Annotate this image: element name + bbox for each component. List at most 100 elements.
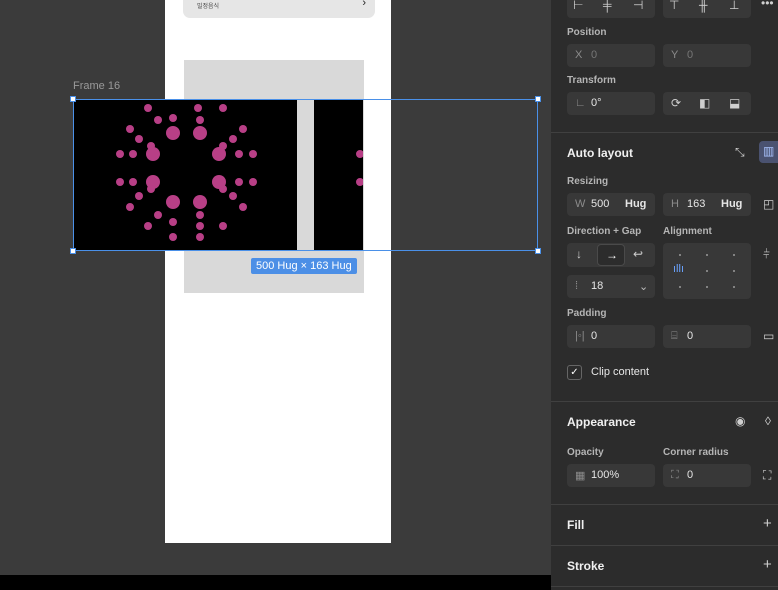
design-canvas[interactable]: 밀정음식 › Frame 16 500 Hug × 163 Hug	[0, 0, 551, 575]
direction-title: Direction + Gap	[567, 226, 642, 237]
divider	[551, 401, 778, 402]
appearance-title: Appearance	[567, 415, 636, 429]
alignment-dot	[733, 270, 735, 272]
alignment-dot	[679, 286, 681, 288]
height-mode[interactable]: Hug	[721, 198, 742, 210]
gap-icon: ⁞	[575, 280, 579, 292]
flip-vertical-icon[interactable]: ⬓	[729, 96, 740, 110]
size-badge: 500 Hug × 163 Hug	[251, 258, 357, 274]
gap-value: 18	[591, 280, 604, 292]
corner-radius-icon: ⛶	[671, 469, 679, 481]
align-top-icon[interactable]: ⊤	[669, 0, 679, 12]
resize-handle-top-right[interactable]	[535, 96, 541, 102]
divider	[551, 132, 778, 133]
independent-corners-icon[interactable]: ⛶	[763, 468, 771, 483]
chevron-right-icon: ›	[362, 0, 366, 9]
resize-handle-bottom-left[interactable]	[70, 248, 76, 254]
opacity-icon: ▦	[575, 470, 586, 482]
direction-horizontal-icon: →	[606, 248, 618, 262]
gap-field[interactable]: ⁞ 18 ⌄	[567, 275, 655, 298]
corner-radius-field[interactable]: ⛶ 0	[663, 464, 751, 487]
direction-group: ↓ → ↩	[567, 243, 655, 267]
direction-wrap-icon[interactable]: ↩	[633, 247, 643, 261]
height-value: 163	[687, 198, 706, 210]
clip-content-label: Clip content	[591, 366, 650, 378]
align-center-h-icon[interactable]: ╪	[603, 0, 612, 12]
padding-horizontal-field[interactable]: |◦| 0	[567, 325, 655, 348]
collapse-icon[interactable]: ⤡	[735, 145, 745, 160]
blend-mode-icon[interactable]: ◊	[765, 414, 771, 428]
resize-to-fit-icon[interactable]: ◰	[763, 197, 774, 211]
width-value: 500	[591, 198, 610, 210]
rotate-icon[interactable]: ⟳	[671, 96, 681, 110]
direction-vertical-icon[interactable]: ↓	[576, 247, 582, 261]
align-right-icon[interactable]: ⊣	[633, 0, 643, 12]
padding-vertical-value: 0	[687, 330, 694, 342]
direction-horizontal-button[interactable]: →	[597, 244, 625, 266]
flip-horizontal-icon[interactable]: ◧	[699, 96, 710, 110]
top-card[interactable]: 밀정음식 ›	[183, 0, 375, 18]
alignment-dot	[733, 286, 735, 288]
width-field[interactable]: W 500 Hug	[567, 193, 655, 216]
properties-panel: ⊢ ╪ ⊣ ⊤ ╫ ⊥ ••• Position X 0 Y 0 Transfo…	[551, 0, 778, 590]
x-value: 0	[591, 49, 598, 61]
independent-padding-icon[interactable]: ▭	[763, 329, 774, 343]
fill-title: Fill	[567, 518, 585, 532]
frame-label[interactable]: Frame 16	[73, 80, 120, 92]
more-icon[interactable]: •••	[761, 0, 774, 10]
padding-vertical-icon: ⌸	[671, 330, 678, 342]
corner-radius-title: Corner radius	[663, 447, 729, 458]
resizing-title: Resizing	[567, 176, 609, 187]
width-mode[interactable]: Hug	[625, 198, 646, 210]
top-card-text: 밀정음식	[197, 4, 220, 10]
transform-buttons: ⟳ ◧ ⬓	[663, 92, 751, 115]
y-field[interactable]: Y 0	[663, 44, 751, 67]
add-stroke-icon[interactable]: +	[763, 556, 772, 573]
alignment-dot	[733, 254, 735, 256]
gap-dropdown-icon[interactable]: ⌄	[639, 280, 648, 293]
alignment-selected-icon: ıllı	[673, 263, 684, 275]
x-key: X	[575, 49, 583, 61]
padding-horizontal-value: 0	[591, 330, 598, 342]
bottom-bar	[0, 575, 551, 590]
y-key: Y	[671, 49, 679, 61]
alignment-dot	[706, 270, 708, 272]
height-key: H	[671, 198, 679, 210]
clip-content-checkbox[interactable]: ✓	[567, 365, 582, 380]
padding-vertical-field[interactable]: ⌸ 0	[663, 325, 751, 348]
position-title: Position	[567, 27, 607, 38]
auto-layout-icon: ▥	[763, 144, 775, 158]
rotation-field[interactable]: ∟ 0°	[567, 92, 655, 115]
add-fill-icon[interactable]: +	[763, 515, 772, 532]
align-center-v-icon[interactable]: ╫	[699, 0, 708, 12]
padding-horizontal-icon: |◦|	[575, 330, 585, 342]
alignment-grid[interactable]: ıllı	[663, 243, 751, 299]
opacity-field[interactable]: ▦ 100%	[567, 464, 655, 487]
alignment-title: Alignment	[663, 226, 712, 237]
rotation-value: 0°	[591, 97, 602, 109]
transform-title: Transform	[567, 75, 616, 86]
align-vertical-group: ⊤ ╫ ⊥	[663, 0, 751, 18]
opacity-value: 100%	[591, 469, 620, 481]
auto-layout-title: Auto layout	[567, 146, 633, 160]
padding-title: Padding	[567, 308, 607, 319]
align-horizontal-group: ⊢ ╪ ⊣	[567, 0, 655, 18]
x-field[interactable]: X 0	[567, 44, 655, 67]
auto-layout-toggle[interactable]: ▥	[759, 141, 778, 163]
height-field[interactable]: H 163 Hug	[663, 193, 751, 216]
divider	[551, 504, 778, 505]
stroke-title: Stroke	[567, 559, 605, 573]
resize-handle-top-left[interactable]	[70, 96, 76, 102]
divider	[551, 545, 778, 546]
eye-icon[interactable]: ◉	[735, 414, 745, 428]
align-bottom-icon[interactable]: ⊥	[729, 0, 739, 12]
selection-box[interactable]	[73, 99, 538, 251]
resize-handle-bottom-right[interactable]	[535, 248, 541, 254]
align-left-icon[interactable]: ⊢	[573, 0, 583, 12]
divider	[551, 586, 778, 587]
layout-settings-icon[interactable]: ⫩	[763, 247, 770, 262]
corner-radius-value: 0	[687, 469, 694, 481]
opacity-title: Opacity	[567, 447, 604, 458]
y-value: 0	[687, 49, 694, 61]
alignment-dot	[706, 286, 708, 288]
